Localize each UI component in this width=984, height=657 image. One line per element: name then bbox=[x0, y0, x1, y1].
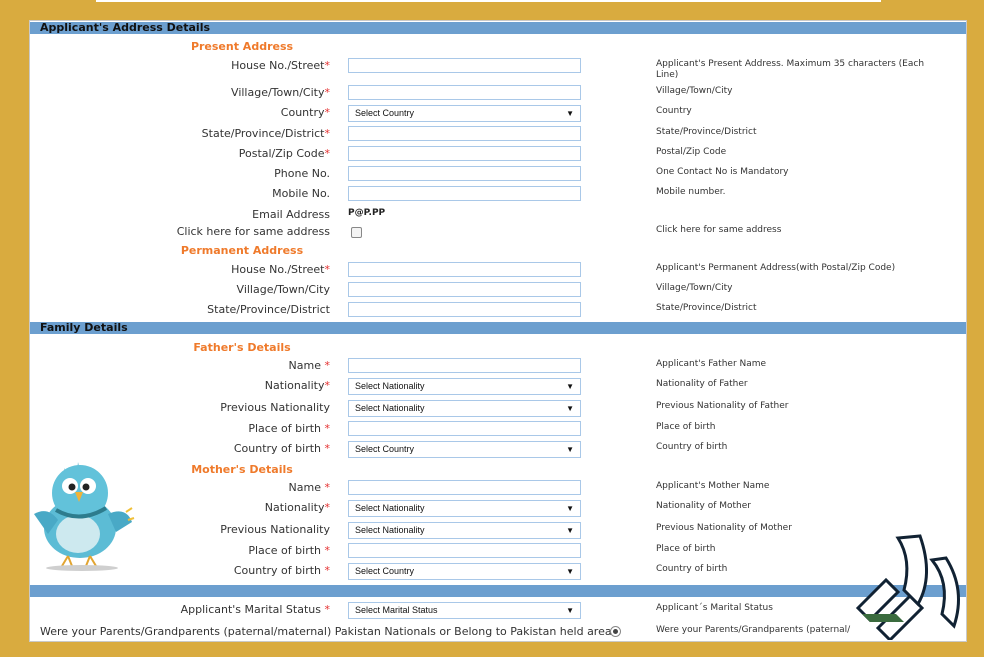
mother-country-birth-select[interactable]: Select Country ▼ bbox=[348, 563, 581, 580]
present-state-input[interactable] bbox=[348, 126, 581, 141]
chevron-down-icon: ▼ bbox=[566, 504, 574, 513]
present-state-label: State/Province/District* bbox=[201, 127, 330, 140]
section-header-family: Family Details bbox=[30, 322, 966, 334]
permanent-village-label: Village/Town/City bbox=[236, 283, 330, 296]
father-name-help: Applicant's Father Name bbox=[656, 359, 767, 369]
present-village-label: Village/Town/City* bbox=[231, 86, 330, 99]
father-country-birth-label: Country of birth * bbox=[233, 442, 330, 455]
permanent-address-heading: Permanent Address bbox=[180, 244, 304, 257]
mother-name-input[interactable] bbox=[348, 480, 581, 495]
chevron-down-icon: ▼ bbox=[566, 382, 574, 391]
chevron-down-icon: ▼ bbox=[566, 526, 574, 535]
parents-question-radio[interactable] bbox=[610, 626, 621, 637]
present-state-help: State/Province/District bbox=[656, 127, 757, 137]
father-country-birth-select[interactable]: Select Country ▼ bbox=[348, 441, 581, 458]
email-label: Email Address bbox=[252, 208, 330, 221]
mother-prev-nationality-select[interactable]: Select Nationality ▼ bbox=[348, 522, 581, 539]
present-postal-help: Postal/Zip Code bbox=[656, 147, 727, 157]
mother-name-label: Name * bbox=[288, 481, 330, 494]
present-country-label: Country* bbox=[280, 106, 330, 119]
present-country-select[interactable]: Select Country ▼ bbox=[348, 105, 581, 122]
section-header-address: Applicant's Address Details bbox=[30, 22, 966, 34]
marital-status-label: Applicant's Marital Status * bbox=[180, 603, 330, 616]
marital-status-select[interactable]: Select Marital Status ▼ bbox=[348, 602, 581, 619]
father-nationality-help: Nationality of Father bbox=[656, 379, 748, 389]
present-address-heading: Present Address bbox=[190, 40, 294, 53]
mother-name-help: Applicant's Mother Name bbox=[656, 481, 770, 491]
same-address-label: Click here for same address bbox=[176, 225, 330, 238]
father-name-label: Name * bbox=[288, 359, 330, 372]
present-house-input[interactable] bbox=[348, 58, 581, 73]
chevron-down-icon: ▼ bbox=[566, 404, 574, 413]
calligraphy-logo-icon bbox=[855, 534, 960, 640]
present-postal-label: Postal/Zip Code* bbox=[238, 147, 330, 160]
form-panel: Applicant's Address Details Present Addr… bbox=[29, 20, 967, 642]
father-birthplace-help: Place of birth bbox=[656, 422, 716, 432]
permanent-village-input[interactable] bbox=[348, 282, 581, 297]
present-village-help: Village/Town/City bbox=[656, 86, 733, 96]
permanent-house-label: House No./Street* bbox=[231, 263, 330, 276]
present-house-help: Applicant's Present Address. Maximum 35 … bbox=[656, 59, 925, 80]
permanent-house-help: Applicant's Permanent Address(with Posta… bbox=[656, 263, 896, 273]
present-village-input[interactable] bbox=[348, 85, 581, 100]
mother-nationality-help: Nationality of Mother bbox=[656, 501, 751, 511]
father-name-input[interactable] bbox=[348, 358, 581, 373]
present-phone-label: Phone No. bbox=[274, 167, 330, 180]
mother-birthplace-label: Place of birth * bbox=[248, 544, 330, 557]
email-value: P@P.PP bbox=[348, 208, 386, 218]
mother-country-birth-label: Country of birth * bbox=[233, 564, 330, 577]
mother-birthplace-input[interactable] bbox=[348, 543, 581, 558]
present-mobile-label: Mobile No. bbox=[272, 187, 330, 200]
present-phone-help: One Contact No is Mandatory bbox=[656, 167, 789, 177]
permanent-village-help: Village/Town/City bbox=[656, 283, 733, 293]
bird-mascot-icon bbox=[34, 462, 135, 571]
chevron-down-icon: ▼ bbox=[566, 606, 574, 615]
father-details-heading: Father's Details bbox=[193, 341, 291, 354]
father-prev-nationality-select[interactable]: Select Nationality ▼ bbox=[348, 400, 581, 417]
chevron-down-icon: ▼ bbox=[566, 109, 574, 118]
mother-prev-nationality-label: Previous Nationality bbox=[220, 523, 330, 536]
mother-nationality-select[interactable]: Select Nationality ▼ bbox=[348, 500, 581, 517]
father-prev-nationality-label: Previous Nationality bbox=[220, 401, 330, 414]
present-postal-input[interactable] bbox=[348, 146, 581, 161]
permanent-state-input[interactable] bbox=[348, 302, 581, 317]
present-mobile-input[interactable] bbox=[348, 186, 581, 201]
same-address-help: Click here for same address bbox=[656, 225, 782, 235]
permanent-house-input[interactable] bbox=[348, 262, 581, 277]
mother-nationality-label: Nationality* bbox=[264, 501, 330, 514]
section-bar-marital bbox=[30, 585, 966, 597]
same-address-checkbox[interactable] bbox=[351, 227, 362, 238]
father-birthplace-label: Place of birth * bbox=[248, 422, 330, 435]
present-house-label: House No./Street* bbox=[231, 59, 330, 72]
top-strip bbox=[96, 0, 881, 2]
permanent-state-label: State/Province/District bbox=[207, 303, 330, 316]
present-country-help: Country bbox=[656, 106, 692, 116]
chevron-down-icon: ▼ bbox=[566, 567, 574, 576]
father-nationality-select[interactable]: Select Nationality ▼ bbox=[348, 378, 581, 395]
father-prev-nationality-help: Previous Nationality of Father bbox=[656, 401, 789, 411]
chevron-down-icon: ▼ bbox=[566, 445, 574, 454]
father-country-birth-help: Country of birth bbox=[656, 442, 728, 452]
parents-question-label: Were your Parents/Grandparents (paternal… bbox=[40, 625, 616, 638]
permanent-state-help: State/Province/District bbox=[656, 303, 757, 313]
present-mobile-help: Mobile number. bbox=[656, 187, 726, 197]
present-phone-input[interactable] bbox=[348, 166, 581, 181]
father-nationality-label: Nationality* bbox=[264, 379, 330, 392]
father-birthplace-input[interactable] bbox=[348, 421, 581, 436]
